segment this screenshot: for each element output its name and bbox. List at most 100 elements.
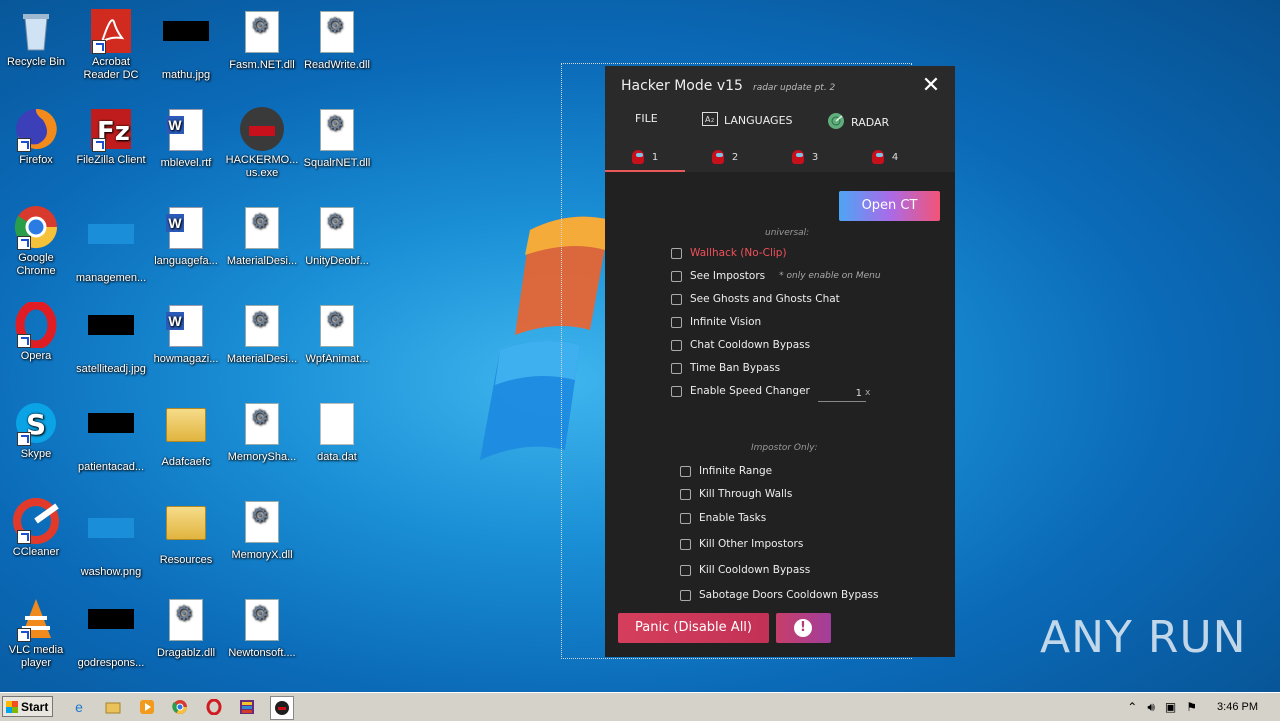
desktop-icon-label: managemen... xyxy=(75,272,147,284)
desktop-icon[interactable]: MemoryX.dll xyxy=(224,498,300,562)
desktop-icon[interactable]: washow.png xyxy=(73,498,149,579)
action-center-flag-icon[interactable]: ⚑ xyxy=(1186,700,1197,714)
desktop-icon[interactable]: MemorySha... xyxy=(224,400,300,464)
desktop-icon[interactable]: Resources xyxy=(148,498,224,567)
shortcut-arrow-icon xyxy=(17,432,31,446)
checkbox-infinite-vision[interactable]: Infinite Vision xyxy=(671,316,761,328)
close-button[interactable]: ✕ xyxy=(915,72,947,100)
ie-taskbar-icon[interactable]: e xyxy=(68,696,90,718)
desktop-icon-label: satelliteadj.jpg xyxy=(76,363,146,375)
checkbox-box[interactable] xyxy=(671,362,682,374)
desktop-icon[interactable]: VLC media player xyxy=(0,596,74,670)
checkbox-box[interactable] xyxy=(680,488,691,500)
tab-languages[interactable]: Az LANGUAGES xyxy=(702,112,793,129)
desktop-icon-label: ReadWrite.dll xyxy=(304,59,370,71)
checkbox-infinite-range[interactable]: Infinite Range xyxy=(680,465,772,477)
checkbox-box[interactable] xyxy=(680,564,691,576)
desktop-icon[interactable]: Wlanguagefa... xyxy=(148,204,224,268)
checkbox-kill-other-impostors[interactable]: Kill Other Impostors xyxy=(680,538,803,550)
desktop-icon[interactable]: Fasm.NET.dll xyxy=(224,8,300,72)
media-player-taskbar-icon[interactable] xyxy=(136,696,158,718)
dll-file-icon xyxy=(239,403,285,449)
checkbox-sabotage-doors[interactable]: Sabotage Doors Cooldown Bypass xyxy=(680,589,878,601)
checkbox-label: Infinite Range xyxy=(699,465,773,477)
player-tab-1[interactable]: 1 xyxy=(605,144,685,172)
desktop-icon[interactable]: godrespons... xyxy=(73,596,149,670)
player-tab-3[interactable]: 3 xyxy=(765,144,845,170)
player-tab-2[interactable]: 2 xyxy=(685,144,765,170)
desktop-icon[interactable]: UnityDeobf... xyxy=(299,204,375,268)
player-tab-4[interactable]: 4 xyxy=(845,144,925,170)
desktop-icon[interactable]: satelliteadj.jpg xyxy=(73,302,149,376)
desktop-icon[interactable]: CCleaner xyxy=(0,498,74,559)
desktop-icon[interactable]: MaterialDesi... xyxy=(224,204,300,268)
alert-button[interactable]: ! xyxy=(776,613,831,643)
desktop-icon-label: mathu.jpg xyxy=(161,69,211,81)
checkbox-kill-cooldown[interactable]: Kill Cooldown Bypass xyxy=(680,564,810,576)
desktop-icon-label: FileZilla Client xyxy=(76,154,146,166)
desktop-icon[interactable]: ReadWrite.dll xyxy=(299,8,375,72)
volume-icon[interactable]: 🔊︎ xyxy=(1147,700,1155,715)
desktop-icon[interactable]: Firefox xyxy=(0,106,74,167)
checkbox-box[interactable] xyxy=(680,589,691,601)
desktop-icon[interactable]: Opera xyxy=(0,300,74,363)
panic-button[interactable]: Panic (Disable All) xyxy=(618,613,769,643)
checkbox-chat-cooldown[interactable]: Chat Cooldown Bypass xyxy=(671,339,810,351)
desktop-icon[interactable]: Acrobat Reader DC xyxy=(73,8,149,82)
checkbox-label: Infinite Vision xyxy=(690,316,762,328)
player-tab-label: 1 xyxy=(651,151,659,163)
checkbox-enable-tasks[interactable]: Enable Tasks xyxy=(680,512,766,524)
checkbox-box[interactable] xyxy=(671,270,682,282)
explorer-taskbar-icon[interactable] xyxy=(102,696,124,718)
checkbox-box[interactable] xyxy=(680,538,691,550)
desktop-icon[interactable]: Adafcaefc xyxy=(148,400,224,469)
opera-taskbar-icon[interactable] xyxy=(203,696,225,718)
desktop-icon[interactable]: patientacad... xyxy=(73,400,149,474)
tab-radar[interactable]: RADAR xyxy=(827,112,889,133)
desktop-icon[interactable]: Recycle Bin xyxy=(0,8,74,69)
desktop-icon[interactable]: HACKERMO... us.exe xyxy=(224,106,300,180)
desktop-icon[interactable]: Whowmagazi... xyxy=(148,302,224,366)
checkbox-box[interactable] xyxy=(671,316,682,328)
clock[interactable]: 3:46 PM xyxy=(1217,701,1258,713)
checkbox-wallhack[interactable]: Wallhack (No-Clip) xyxy=(671,247,787,259)
desktop-icon[interactable]: MaterialDesi... xyxy=(224,302,300,366)
network-icon[interactable]: ▣ xyxy=(1165,700,1176,714)
desktop-icon[interactable]: SqualrNET.dll xyxy=(299,106,375,170)
checkbox-see-ghosts[interactable]: See Ghosts and Ghosts Chat xyxy=(671,293,840,305)
desktop-icon[interactable]: Newtonsoft.... xyxy=(224,596,300,660)
vlc-icon xyxy=(13,596,59,642)
desktop-icon[interactable]: mathu.jpg xyxy=(148,8,224,82)
checkbox-time-ban[interactable]: Time Ban Bypass xyxy=(671,362,780,374)
checkbox-speed-changer[interactable]: Enable Speed Changer xyxy=(671,385,810,397)
desktop-icon[interactable]: data.dat xyxy=(299,400,375,464)
desktop-icon[interactable]: Wmblevel.rtf xyxy=(148,106,224,170)
desktop-icon-label: Fasm.NET.dll xyxy=(229,59,295,71)
desktop-icon-label: Recycle Bin xyxy=(6,56,66,68)
hacker-mode-window[interactable]: Hacker Mode v15 radar update pt. 2 ✕ FIL… xyxy=(605,66,955,657)
open-ct-button[interactable]: Open CT xyxy=(839,191,940,221)
desktop-icon[interactable]: Google Chrome xyxy=(0,204,74,278)
desktop-icon[interactable]: WpfAnimat... xyxy=(299,302,375,366)
checkbox-box[interactable] xyxy=(671,385,682,397)
checkbox-see-impostors[interactable]: See Impostors * only enable on Menu xyxy=(671,270,881,282)
desktop-icon[interactable]: Fz FileZilla Client xyxy=(73,106,149,167)
desktop-icon-label: Dragablz.dll xyxy=(156,647,216,659)
show-hidden-icons-icon[interactable]: ⌃ xyxy=(1127,700,1137,714)
checkbox-box[interactable] xyxy=(671,247,682,259)
speed-input[interactable]: 1 xyxy=(818,388,866,402)
tab-file[interactable]: FILE xyxy=(635,112,658,125)
checkbox-box[interactable] xyxy=(680,512,691,524)
winrar-taskbar-icon[interactable] xyxy=(236,696,258,718)
image-file-icon xyxy=(88,609,134,655)
checkbox-kill-through-walls[interactable]: Kill Through Walls xyxy=(680,488,792,500)
hackermode-taskbar-icon[interactable] xyxy=(270,696,294,720)
checkbox-box[interactable] xyxy=(671,293,682,305)
desktop-icon[interactable]: Dragablz.dll xyxy=(148,596,224,660)
chrome-taskbar-icon[interactable] xyxy=(169,696,191,718)
desktop-icon[interactable]: managemen... xyxy=(73,204,149,285)
checkbox-box[interactable] xyxy=(671,339,682,351)
start-button[interactable]: Start xyxy=(2,696,53,717)
desktop-icon[interactable]: S Skype xyxy=(0,400,74,461)
checkbox-box[interactable] xyxy=(680,465,691,477)
